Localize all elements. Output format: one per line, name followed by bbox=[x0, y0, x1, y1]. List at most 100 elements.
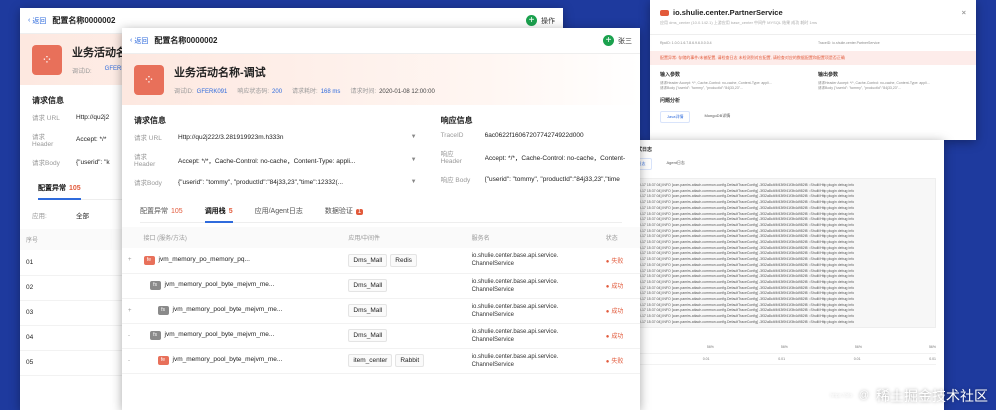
table-row[interactable]: + fe jvm_memory_po_memory_pq... Dms_Mall Red… bbox=[122, 248, 640, 274]
middleware-tag: Dms_Mall bbox=[348, 304, 388, 317]
service-line: ChannelService bbox=[471, 286, 515, 293]
service-line: ChannelService bbox=[471, 311, 515, 318]
row-status: 成功 bbox=[599, 273, 640, 299]
row-middleware: Dms_Mall Redis bbox=[342, 248, 466, 274]
row-service: io.shulie.center.base.api.service. Channe… bbox=[465, 323, 600, 349]
interface-name: jvm_memory_pool_byte_mejvm_me... bbox=[172, 356, 283, 363]
row-interface: fs jvm_memory_pool_byte_mejvm_me... bbox=[137, 323, 343, 349]
mongodb-detail-button[interactable]: MongoDB详情 bbox=[698, 111, 736, 123]
trace-id: 6ac0622f1606720774274922d000 bbox=[484, 132, 584, 139]
middleware-tag: Dms_Mall bbox=[348, 329, 388, 342]
expand-toggle[interactable]: - bbox=[122, 323, 138, 349]
main-back-link[interactable]: ‹ 返回 bbox=[130, 36, 148, 46]
java-detail-button[interactable]: Java详情 bbox=[660, 111, 691, 123]
call-stack-table: 接口 (服务/方法) 应用/中间件 服务名 状态 + fe jvm_memory_p… bbox=[122, 227, 640, 374]
row-interface: fs jvm_memory_pool_byte_mejvm_me... bbox=[137, 273, 343, 299]
service-line: ChannelService bbox=[471, 336, 515, 343]
status-badge: 失败 bbox=[606, 359, 624, 365]
row-status: 成功 bbox=[599, 298, 640, 324]
tab-2[interactable]: 应用/Agent日志 bbox=[255, 206, 303, 216]
chevron-left-icon: ‹ bbox=[28, 17, 31, 24]
caret-down-icon[interactable]: ▼ bbox=[411, 179, 417, 185]
tab-count: 1 bbox=[355, 209, 364, 215]
main-page-name: 配置名称0000002 bbox=[154, 36, 218, 45]
status-badge: 成功 bbox=[606, 284, 624, 290]
tab-1[interactable]: 调用栈 5 bbox=[204, 206, 233, 223]
plus-icon: + bbox=[603, 35, 614, 46]
watermark-logo-icon: @ bbox=[856, 388, 872, 404]
tab-count: 5 bbox=[228, 208, 233, 215]
middleware-tag: Dms_Mall bbox=[348, 279, 388, 292]
perf-cell: 56% bbox=[780, 345, 788, 349]
resp-code: 200 bbox=[272, 89, 283, 95]
row-middleware: Dms_Mall bbox=[342, 323, 466, 349]
middleware-tag: item_center bbox=[348, 354, 393, 367]
middleware-tag: Dms_Mall bbox=[348, 253, 388, 267]
tab-agent-log[interactable]: Agent日志 bbox=[660, 158, 690, 170]
row-interface: fe jvm_memory_po_memory_pq... bbox=[137, 248, 343, 274]
log-line: [2020-10-17 15:37:04] INFO [com.pamirs.a… bbox=[627, 319, 855, 324]
watermark: https://blo @ 稀土掘金技术社区 bbox=[830, 388, 988, 404]
table-row[interactable]: - fe jvm_memory_pool_byte_mejvm_me... item_… bbox=[122, 348, 640, 374]
req-url: Http://qu2j222/3.281919923m.h333n bbox=[178, 133, 284, 141]
perf-cell: 0.01 bbox=[702, 357, 710, 361]
response-info-title: 响应信息 bbox=[440, 116, 473, 125]
tab-3[interactable]: 数据验证 1 bbox=[324, 206, 364, 216]
row-status: 成功 bbox=[599, 323, 640, 349]
row-service: io.shulie.center.base.api.service. Channe… bbox=[465, 273, 600, 299]
table-row[interactable]: - fs jvm_memory_pool_byte_mejvm_me... Dms_M… bbox=[122, 323, 640, 349]
log-title: 服务调试日志 bbox=[622, 146, 936, 153]
request-info-title: 请求信息 bbox=[134, 116, 166, 125]
plus-icon: + bbox=[526, 15, 537, 26]
status-badge: 失败 bbox=[606, 259, 624, 265]
detail-window: io.shulie.center.PartnerService × 应用 dms_… bbox=[650, 0, 976, 140]
service-line: io.shulie.center.base.api.service. bbox=[471, 328, 559, 335]
caret-down-icon[interactable]: ▼ bbox=[411, 134, 417, 140]
expand-toggle[interactable]: + bbox=[122, 248, 138, 274]
tab-0[interactable]: 配置异常 105 bbox=[140, 206, 183, 216]
chevron-left-icon: ‹ bbox=[130, 37, 133, 44]
row-interface: fe jvm_memory_pool_byte_mejvm_me... bbox=[137, 348, 343, 374]
expand-toggle[interactable]: - bbox=[122, 348, 138, 374]
service-icon bbox=[660, 9, 669, 16]
middleware-tag: Rabbit bbox=[395, 354, 425, 367]
expand-toggle[interactable] bbox=[122, 273, 138, 299]
tab-label: 数据验证 bbox=[324, 208, 353, 215]
row-status: 失败 bbox=[599, 248, 640, 274]
type-badge: fe bbox=[143, 255, 155, 265]
service-line: io.shulie.center.base.api.service. bbox=[471, 278, 559, 285]
perf-row: CPU IO0.010.010.010.01 bbox=[622, 354, 936, 365]
interface-name: jvm_memory_po_memory_pq... bbox=[158, 255, 250, 263]
perf-cell: 56% bbox=[854, 345, 862, 349]
perf-cell: 56% bbox=[928, 345, 936, 349]
caret-down-icon[interactable]: ▼ bbox=[411, 157, 417, 163]
row-middleware: item_center Rabbit bbox=[342, 348, 466, 374]
main-title: 业务活动名称-调试 bbox=[174, 67, 266, 79]
back-tab-config[interactable]: 配置异常 105 bbox=[38, 183, 81, 200]
type-badge: fs bbox=[149, 331, 161, 340]
tab-label: 配置异常 bbox=[140, 208, 168, 215]
table-row[interactable]: fs jvm_memory_pool_byte_mejvm_me... Dms_Ma… bbox=[122, 273, 640, 299]
row-middleware: Dms_Mall bbox=[342, 298, 466, 324]
page-name: 配置名称0000002 bbox=[52, 16, 116, 25]
service-line: io.shulie.center.base.api.service. bbox=[471, 303, 559, 310]
tab-label: 应用/Agent日志 bbox=[254, 208, 303, 215]
log-window: 服务调试日志 Java日志Agent日志 [2020-10-17 15:37:0… bbox=[614, 140, 944, 410]
table-row[interactable]: + fs jvm_memory_pool_byte_mejvm_me... Dms_M… bbox=[122, 298, 640, 324]
perf-row: CPU使用率56%56%56%56% bbox=[622, 342, 936, 354]
expand-toggle[interactable]: + bbox=[122, 298, 138, 324]
app-logo-icon: ⁘ bbox=[32, 44, 62, 75]
user-menu[interactable]: + 张三 bbox=[603, 35, 632, 46]
req-body: {"userid": "tommy", "productId":"84j33,2… bbox=[178, 178, 344, 186]
log-box[interactable]: [2020-10-17 15:37:04] INFO [com.pamirs.a… bbox=[622, 178, 936, 328]
close-icon[interactable]: × bbox=[962, 8, 966, 17]
back-link[interactable]: ‹ 返回 bbox=[28, 16, 46, 26]
status-badge: 成功 bbox=[606, 309, 624, 315]
row-interface: fs jvm_memory_pool_byte_mejvm_me... bbox=[137, 298, 343, 324]
resp-body: {"userid": "tommy", "productId":"84j33,2… bbox=[484, 175, 620, 183]
tab-label: 调用栈 bbox=[204, 208, 226, 215]
type-badge: fs bbox=[149, 281, 161, 290]
main-window: ‹ 返回 配置名称0000002 + 张三 ⁘ 业务活动名称-调试 调试ID: GFE… bbox=[122, 28, 640, 410]
back-user[interactable]: + 操作 bbox=[526, 15, 555, 26]
type-badge: fe bbox=[157, 356, 169, 365]
